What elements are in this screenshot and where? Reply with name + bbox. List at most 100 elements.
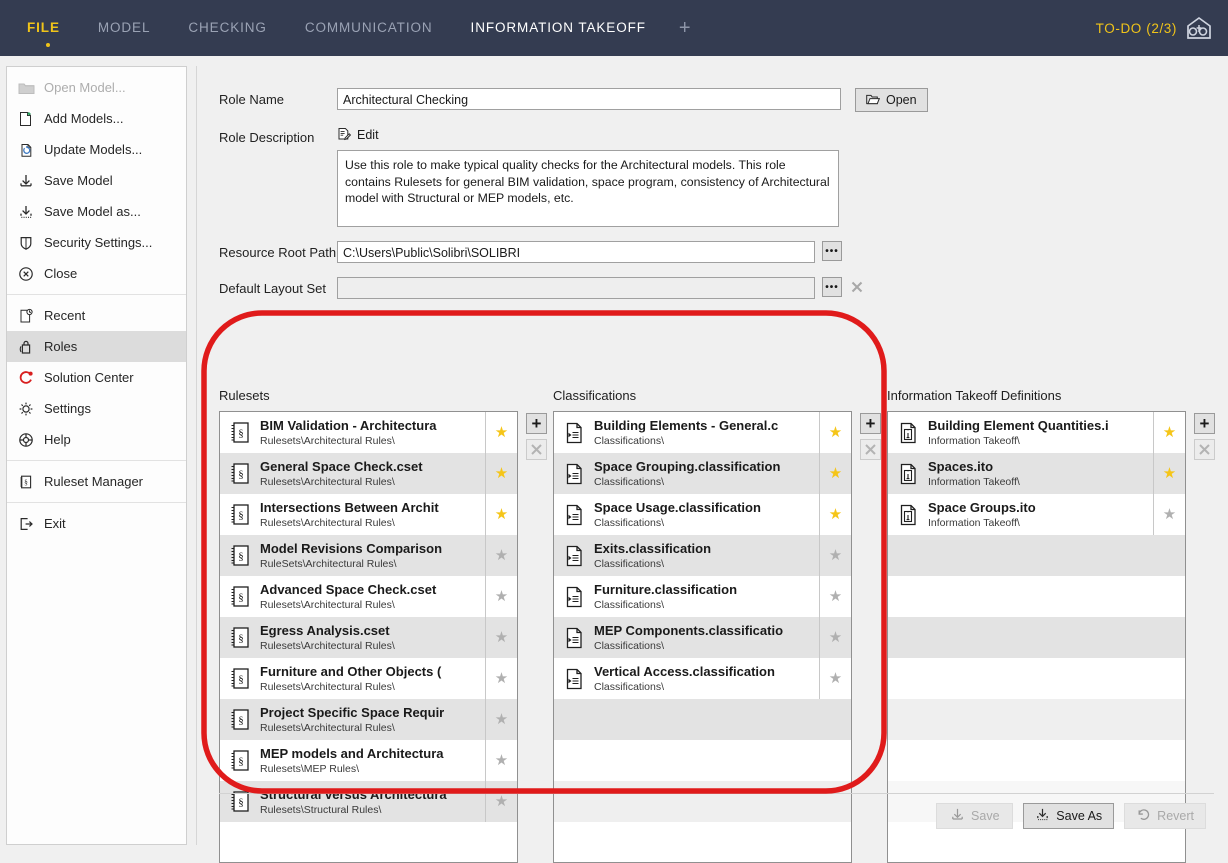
row-text: Building Elements - General.c Classifica…: [594, 412, 819, 453]
ribbon-tab-communication[interactable]: COMMUNICATION: [286, 0, 452, 56]
sidebar-item-save-model[interactable]: Save Model: [7, 165, 186, 196]
table-row[interactable]: § Intersections Between Archit Rulesets\…: [220, 494, 517, 535]
default-layout-set-browse-button[interactable]: •••: [822, 277, 842, 297]
favorite-star-icon[interactable]: ★: [819, 453, 851, 494]
favorite-star-icon[interactable]: ★: [819, 535, 851, 576]
sidebar-item-add-models[interactable]: Add Models...: [7, 103, 186, 134]
favorite-star-icon[interactable]: ★: [1153, 412, 1185, 453]
table-row[interactable]: § BIM Validation - Architectura Rulesets…: [220, 412, 517, 453]
favorite-star-icon[interactable]: ★: [485, 699, 517, 740]
clear-x-icon[interactable]: [847, 277, 867, 297]
row-path: Rulesets\MEP Rules\: [260, 762, 481, 776]
add-ruleset-button[interactable]: +: [526, 413, 547, 434]
table-row[interactable]: Space Groups.ito Information Takeoff\ ★: [888, 494, 1185, 535]
favorite-star-icon[interactable]: ★: [485, 576, 517, 617]
table-row[interactable]: Exits.classification Classifications\ ★: [554, 535, 851, 576]
todo-counter-label[interactable]: TO-DO (2/3): [1096, 21, 1177, 36]
ribbon-tab-file-label: FILE: [27, 20, 60, 35]
sidebar-item-close[interactable]: Close: [7, 258, 186, 289]
table-row[interactable]: Building Elements - General.c Classifica…: [554, 412, 851, 453]
classification-document-icon: [554, 494, 594, 535]
resource-root-path-input[interactable]: [337, 241, 815, 263]
favorite-star-icon[interactable]: ★: [819, 412, 851, 453]
favorite-star-icon[interactable]: ★: [819, 617, 851, 658]
sidebar-item-security-settings[interactable]: Security Settings...: [7, 227, 186, 258]
table-row[interactable]: Space Usage.classification Classificatio…: [554, 494, 851, 535]
sidebar-item-label: Add Models...: [44, 111, 124, 126]
favorite-star-icon[interactable]: ★: [1153, 453, 1185, 494]
edit-description-button[interactable]: Edit: [337, 126, 839, 144]
favorite-star-icon[interactable]: ★: [819, 576, 851, 617]
resource-root-path-browse-button[interactable]: •••: [822, 241, 842, 261]
sidebar-item-recent[interactable]: Recent: [7, 300, 186, 331]
sidebar-item-exit[interactable]: Exit: [7, 508, 186, 539]
table-row[interactable]: Spaces.ito Information Takeoff\ ★: [888, 453, 1185, 494]
sidebar-item-help[interactable]: Help: [7, 424, 186, 455]
sidebar-item-roles[interactable]: Roles: [7, 331, 186, 362]
favorite-star-icon[interactable]: ★: [485, 617, 517, 658]
add-tab-plus-icon[interactable]: +: [665, 2, 706, 54]
add-ito-definition-button[interactable]: +: [1194, 413, 1215, 434]
table-row[interactable]: Space Grouping.classification Classifica…: [554, 453, 851, 494]
table-row[interactable]: § Egress Analysis.cset Rulesets\Architec…: [220, 617, 517, 658]
save-as-icon: [1035, 807, 1050, 825]
favorite-star-icon[interactable]: ★: [819, 658, 851, 699]
row-path: Classifications\: [594, 639, 815, 653]
table-row[interactable]: § Model Revisions Comparison RuleSets\Ar…: [220, 535, 517, 576]
row-name: Space Groups.ito: [928, 500, 1149, 516]
row-path: RuleSets\Architectural Rules\: [260, 557, 481, 571]
sidebar-item-update-models[interactable]: Update Models...: [7, 134, 186, 165]
add-classification-button[interactable]: +: [860, 413, 881, 434]
table-row[interactable]: § MEP models and Architectura Rulesets\M…: [220, 740, 517, 781]
row-name: MEP Components.classificatio: [594, 623, 815, 639]
ribbon-tab-model[interactable]: MODEL: [79, 0, 170, 56]
role-description-textarea[interactable]: Use this role to make typical quality ch…: [337, 150, 839, 227]
favorite-star-icon[interactable]: ★: [485, 453, 517, 494]
save-button[interactable]: Save: [936, 803, 1013, 829]
ribbon-tab-information-takeoff[interactable]: INFORMATION TAKEOFF: [452, 0, 665, 56]
open-role-button-label: Open: [886, 93, 917, 107]
row-name: MEP models and Architectura: [260, 746, 481, 762]
sidebar-item-settings[interactable]: Settings: [7, 393, 186, 424]
table-row[interactable]: § Advanced Space Check.cset Rulesets\Arc…: [220, 576, 517, 617]
sidebar-item-save-model-as[interactable]: Save Model as...: [7, 196, 186, 227]
remove-ruleset-button[interactable]: [526, 439, 547, 460]
role-name-input[interactable]: [337, 88, 841, 110]
favorite-star-icon[interactable]: ★: [1153, 494, 1185, 535]
solibri-house-icon[interactable]: [1186, 16, 1212, 40]
table-row[interactable]: MEP Components.classificatio Classificat…: [554, 617, 851, 658]
row-name: Intersections Between Archit: [260, 500, 481, 516]
table-row[interactable]: § Project Specific Space Requir Rulesets…: [220, 699, 517, 740]
sidebar-item-solution-center[interactable]: Solution Center: [7, 362, 186, 393]
favorite-star-icon[interactable]: ★: [485, 494, 517, 535]
row-path: Classifications\: [594, 680, 815, 694]
remove-classification-button[interactable]: [860, 439, 881, 460]
classification-document-icon: [554, 576, 594, 617]
column-rulesets: Rulesets § BIM Validation - Architectura…: [219, 388, 553, 863]
favorite-star-icon[interactable]: ★: [819, 494, 851, 535]
favorite-star-icon[interactable]: ★: [485, 412, 517, 453]
ribbon-tab-checking[interactable]: CHECKING: [169, 0, 285, 56]
ribbon-tab-file[interactable]: FILE: [18, 0, 79, 56]
table-row[interactable]: Building Element Quantities.i Informatio…: [888, 412, 1185, 453]
favorite-star-icon[interactable]: ★: [485, 740, 517, 781]
default-layout-set-input[interactable]: [337, 277, 815, 299]
remove-ito-definition-button[interactable]: [1194, 439, 1215, 460]
empty-row: [888, 617, 1185, 658]
favorite-star-icon[interactable]: ★: [485, 658, 517, 699]
row-text: Egress Analysis.cset Rulesets\Architectu…: [260, 617, 485, 658]
table-row[interactable]: Vertical Access.classification Classific…: [554, 658, 851, 699]
table-row[interactable]: § Furniture and Other Objects ( Rulesets…: [220, 658, 517, 699]
sidebar-item-open-model[interactable]: Open Model...: [7, 72, 186, 103]
row-name: Furniture.classification: [594, 582, 815, 598]
sidebar-item-ruleset-manager[interactable]: § Ruleset Manager: [7, 466, 186, 497]
table-row[interactable]: § General Space Check.cset Rulesets\Arch…: [220, 453, 517, 494]
save-as-button[interactable]: Save As: [1023, 803, 1114, 829]
revert-button[interactable]: Revert: [1124, 803, 1206, 829]
table-row[interactable]: Furniture.classification Classifications…: [554, 576, 851, 617]
open-role-button[interactable]: Open: [855, 88, 928, 112]
save-button-label: Save: [971, 809, 1000, 823]
row-text: Vertical Access.classification Classific…: [594, 658, 819, 699]
column-information-takeoff-definitions: Information Takeoff Definitions Building…: [887, 388, 1221, 863]
favorite-star-icon[interactable]: ★: [485, 535, 517, 576]
